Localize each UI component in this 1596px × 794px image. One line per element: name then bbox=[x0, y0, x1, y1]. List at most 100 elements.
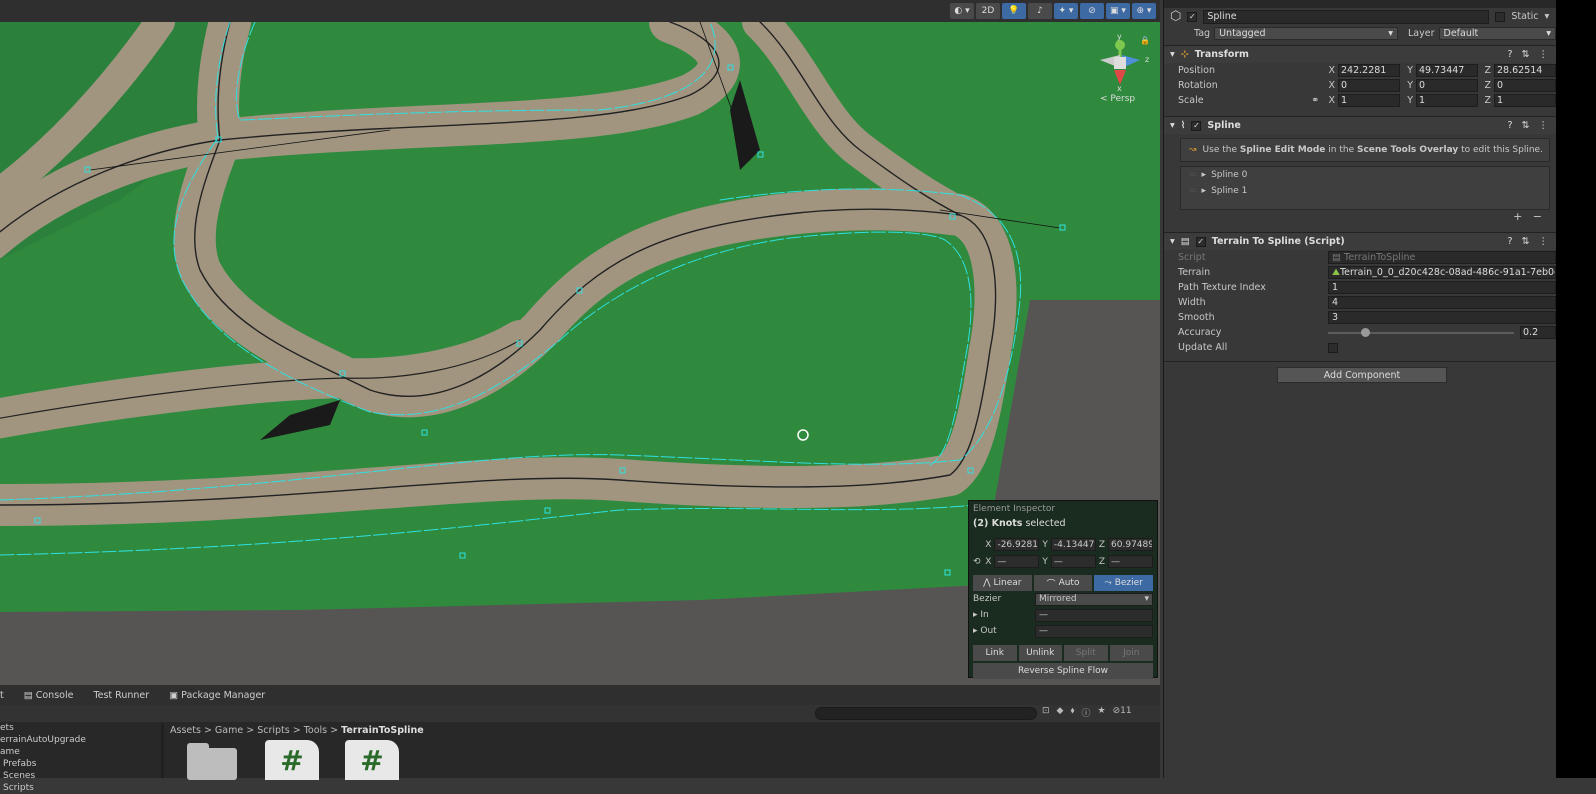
active-checkbox[interactable]: ✓ bbox=[1187, 11, 1198, 22]
project-search-input[interactable] bbox=[815, 707, 1037, 720]
preset-icon[interactable]: ⇅ bbox=[1522, 49, 1530, 60]
help-icon[interactable]: ? bbox=[1507, 49, 1512, 60]
tree-item[interactable]: errainAutoUpgrade bbox=[0, 734, 162, 746]
tangent-auto-button[interactable]: ⌒ Auto bbox=[1033, 575, 1093, 591]
foldout-icon[interactable]: ▾ bbox=[1170, 49, 1175, 60]
tab-console[interactable]: ▤ Console bbox=[24, 690, 74, 701]
hidden-packages-icon[interactable]: ⊘11 bbox=[1113, 706, 1132, 719]
tree-item[interactable]: Scenes bbox=[0, 770, 162, 782]
tree-item[interactable]: ame bbox=[0, 746, 162, 758]
smooth-field[interactable]: 3 bbox=[1328, 311, 1556, 324]
csharp-script-icon[interactable]: # bbox=[265, 740, 319, 780]
knot-pos-z[interactable]: 60.97489 bbox=[1108, 538, 1153, 551]
scale-x[interactable]: 1 bbox=[1338, 94, 1400, 107]
scale-y[interactable]: 1 bbox=[1416, 94, 1478, 107]
context-menu-icon[interactable]: ⋮ bbox=[1539, 236, 1549, 247]
slider-handle[interactable] bbox=[1361, 327, 1371, 337]
transform-header[interactable]: ▾ ⊹ Transform ? ⇅ ⋮ bbox=[1164, 45, 1556, 63]
knot-pos-x[interactable]: -26.92812 bbox=[994, 538, 1040, 551]
tag-dropdown[interactable]: Untagged ▾ bbox=[1214, 27, 1398, 40]
rotation-z[interactable]: 0 bbox=[1494, 79, 1556, 92]
foldout-icon[interactable]: ▸ bbox=[1202, 170, 1207, 180]
knot-rot-z[interactable]: — bbox=[1108, 555, 1153, 568]
link-button[interactable]: Link bbox=[973, 645, 1017, 661]
csharp-script-icon[interactable]: # bbox=[345, 740, 399, 780]
layer-dropdown[interactable]: Default ▾ bbox=[1438, 27, 1556, 40]
tangent-bezier-button[interactable]: ⤳ Bezier bbox=[1094, 575, 1154, 591]
toggle-2d-button[interactable]: 2D bbox=[976, 3, 1000, 19]
join-button[interactable]: Join bbox=[1109, 645, 1153, 661]
script-enabled-checkbox[interactable]: ✓ bbox=[1195, 236, 1206, 247]
tree-item[interactable]: Prefabs bbox=[0, 758, 162, 770]
position-y[interactable]: 49.73447 bbox=[1416, 64, 1478, 77]
width-field[interactable]: 4 bbox=[1328, 296, 1556, 309]
list-item[interactable]: = ▸ Spline 0 bbox=[1181, 167, 1549, 183]
knot-pos-y[interactable]: -4.134476 bbox=[1050, 538, 1096, 551]
add-spline-button[interactable]: + bbox=[1513, 210, 1522, 223]
preset-icon[interactable]: ⇅ bbox=[1522, 236, 1530, 247]
spline-enabled-checkbox[interactable]: ✓ bbox=[1191, 120, 1202, 131]
gizmos-dropdown-icon[interactable]: ⊕ ▾ bbox=[1132, 3, 1156, 19]
rotation-y[interactable]: 0 bbox=[1416, 79, 1478, 92]
knot-rot-y[interactable]: — bbox=[1050, 555, 1096, 568]
position-x[interactable]: 242.2281 bbox=[1338, 64, 1400, 77]
scale-z[interactable]: 1 bbox=[1494, 94, 1556, 107]
out-tangent-field[interactable]: — bbox=[1035, 624, 1153, 638]
link-scale-icon[interactable]: ⚭ bbox=[1311, 95, 1325, 106]
accuracy-slider[interactable] bbox=[1328, 327, 1514, 337]
info-icon[interactable]: ⓘ bbox=[1082, 706, 1091, 719]
preset-icon[interactable]: ⇅ bbox=[1522, 120, 1530, 131]
element-inspector-overlay[interactable]: Element Inspector (2) Knots selected X -… bbox=[968, 500, 1158, 679]
lighting-toggle-icon[interactable]: 💡 bbox=[1002, 3, 1026, 19]
context-menu-icon[interactable]: ⋮ bbox=[1539, 120, 1549, 131]
split-button[interactable]: Split bbox=[1064, 645, 1108, 661]
object-name-field[interactable]: Spline bbox=[1203, 9, 1490, 24]
terrain-to-spline-header[interactable]: ▾ ▤ ✓ Terrain To Spline (Script) ? ⇅ ⋮ bbox=[1164, 232, 1556, 250]
context-menu-icon[interactable]: ⋮ bbox=[1539, 49, 1549, 60]
favorite-icon[interactable]: ★ bbox=[1098, 706, 1106, 719]
add-component-button[interactable]: Add Component bbox=[1277, 367, 1447, 383]
in-tangent-row[interactable]: ▸ In — bbox=[973, 607, 1153, 623]
folder-icon[interactable] bbox=[185, 740, 239, 780]
in-tangent-field[interactable]: — bbox=[1035, 608, 1153, 622]
foldout-icon[interactable]: ▾ bbox=[1170, 120, 1175, 131]
tag-icon[interactable]: ⬧ bbox=[1070, 706, 1074, 719]
filter-type-icon[interactable]: ⊡ bbox=[1042, 706, 1050, 719]
reverse-spline-flow-button[interactable]: Reverse Spline Flow bbox=[973, 663, 1153, 679]
foldout-icon[interactable]: ▾ bbox=[1170, 236, 1175, 247]
terrain-object-field[interactable]: ⛰Terrain_0_0_d20c428c-08ad-486c-91a1-7eb… bbox=[1328, 266, 1556, 279]
hidden-objects-icon[interactable]: ⊘ bbox=[1080, 3, 1104, 19]
knot-rot-x[interactable]: — bbox=[994, 555, 1040, 568]
remove-spline-button[interactable]: − bbox=[1533, 210, 1542, 223]
rotation-x[interactable]: 0 bbox=[1338, 79, 1400, 92]
lock-icon[interactable]: 🔒 bbox=[1140, 36, 1150, 45]
unlink-button[interactable]: Unlink bbox=[1018, 645, 1062, 661]
spline-header[interactable]: ▾ ⌇ ✓ Spline ? ⇅ ⋮ bbox=[1164, 116, 1556, 134]
update-all-checkbox[interactable] bbox=[1328, 342, 1338, 353]
accuracy-field[interactable]: 0.2 bbox=[1520, 326, 1556, 339]
tab-project[interactable]: t bbox=[0, 690, 4, 701]
help-icon[interactable]: ? bbox=[1507, 120, 1512, 131]
list-item[interactable]: = ▸ Spline 1 bbox=[1181, 183, 1549, 199]
static-checkbox[interactable] bbox=[1495, 11, 1506, 22]
foldout-icon[interactable]: ▸ bbox=[1202, 186, 1207, 196]
tab-package-manager[interactable]: ▣ Package Manager bbox=[169, 690, 265, 701]
tree-item[interactable]: ets bbox=[0, 722, 162, 734]
chevron-down-icon[interactable]: ▾ bbox=[1545, 11, 1550, 22]
bezier-mode-dropdown[interactable]: Mirrored ▾ bbox=[1035, 592, 1153, 606]
persp-label[interactable]: < Persp bbox=[1100, 94, 1135, 104]
effects-dropdown-icon[interactable]: ✦ ▾ bbox=[1054, 3, 1078, 19]
out-tangent-row[interactable]: ▸ Out — bbox=[973, 623, 1153, 639]
camera-dropdown-icon[interactable]: ▣ ▾ bbox=[1106, 3, 1130, 19]
scene-view[interactable]: ◐ ▾ 2D 💡 ♪ ✦ ▾ ⊘ ▣ ▾ ⊕ ▾ 🔒 y z x < Persp… bbox=[0, 0, 1160, 685]
position-z[interactable]: 28.62514 bbox=[1494, 64, 1556, 77]
draw-mode-dropdown[interactable]: ◐ ▾ bbox=[950, 3, 974, 19]
tab-test-runner[interactable]: Test Runner bbox=[93, 690, 149, 701]
path-texture-index-field[interactable]: 1 bbox=[1328, 281, 1556, 294]
filter-label-icon[interactable]: ◆ bbox=[1057, 706, 1064, 719]
tree-item[interactable]: Scripts bbox=[0, 782, 162, 794]
tangent-linear-button[interactable]: ⋀ Linear bbox=[973, 575, 1032, 591]
tree-scrollbar[interactable] bbox=[161, 723, 164, 778]
audio-toggle-icon[interactable]: ♪ bbox=[1028, 3, 1052, 19]
help-icon[interactable]: ? bbox=[1507, 236, 1512, 247]
